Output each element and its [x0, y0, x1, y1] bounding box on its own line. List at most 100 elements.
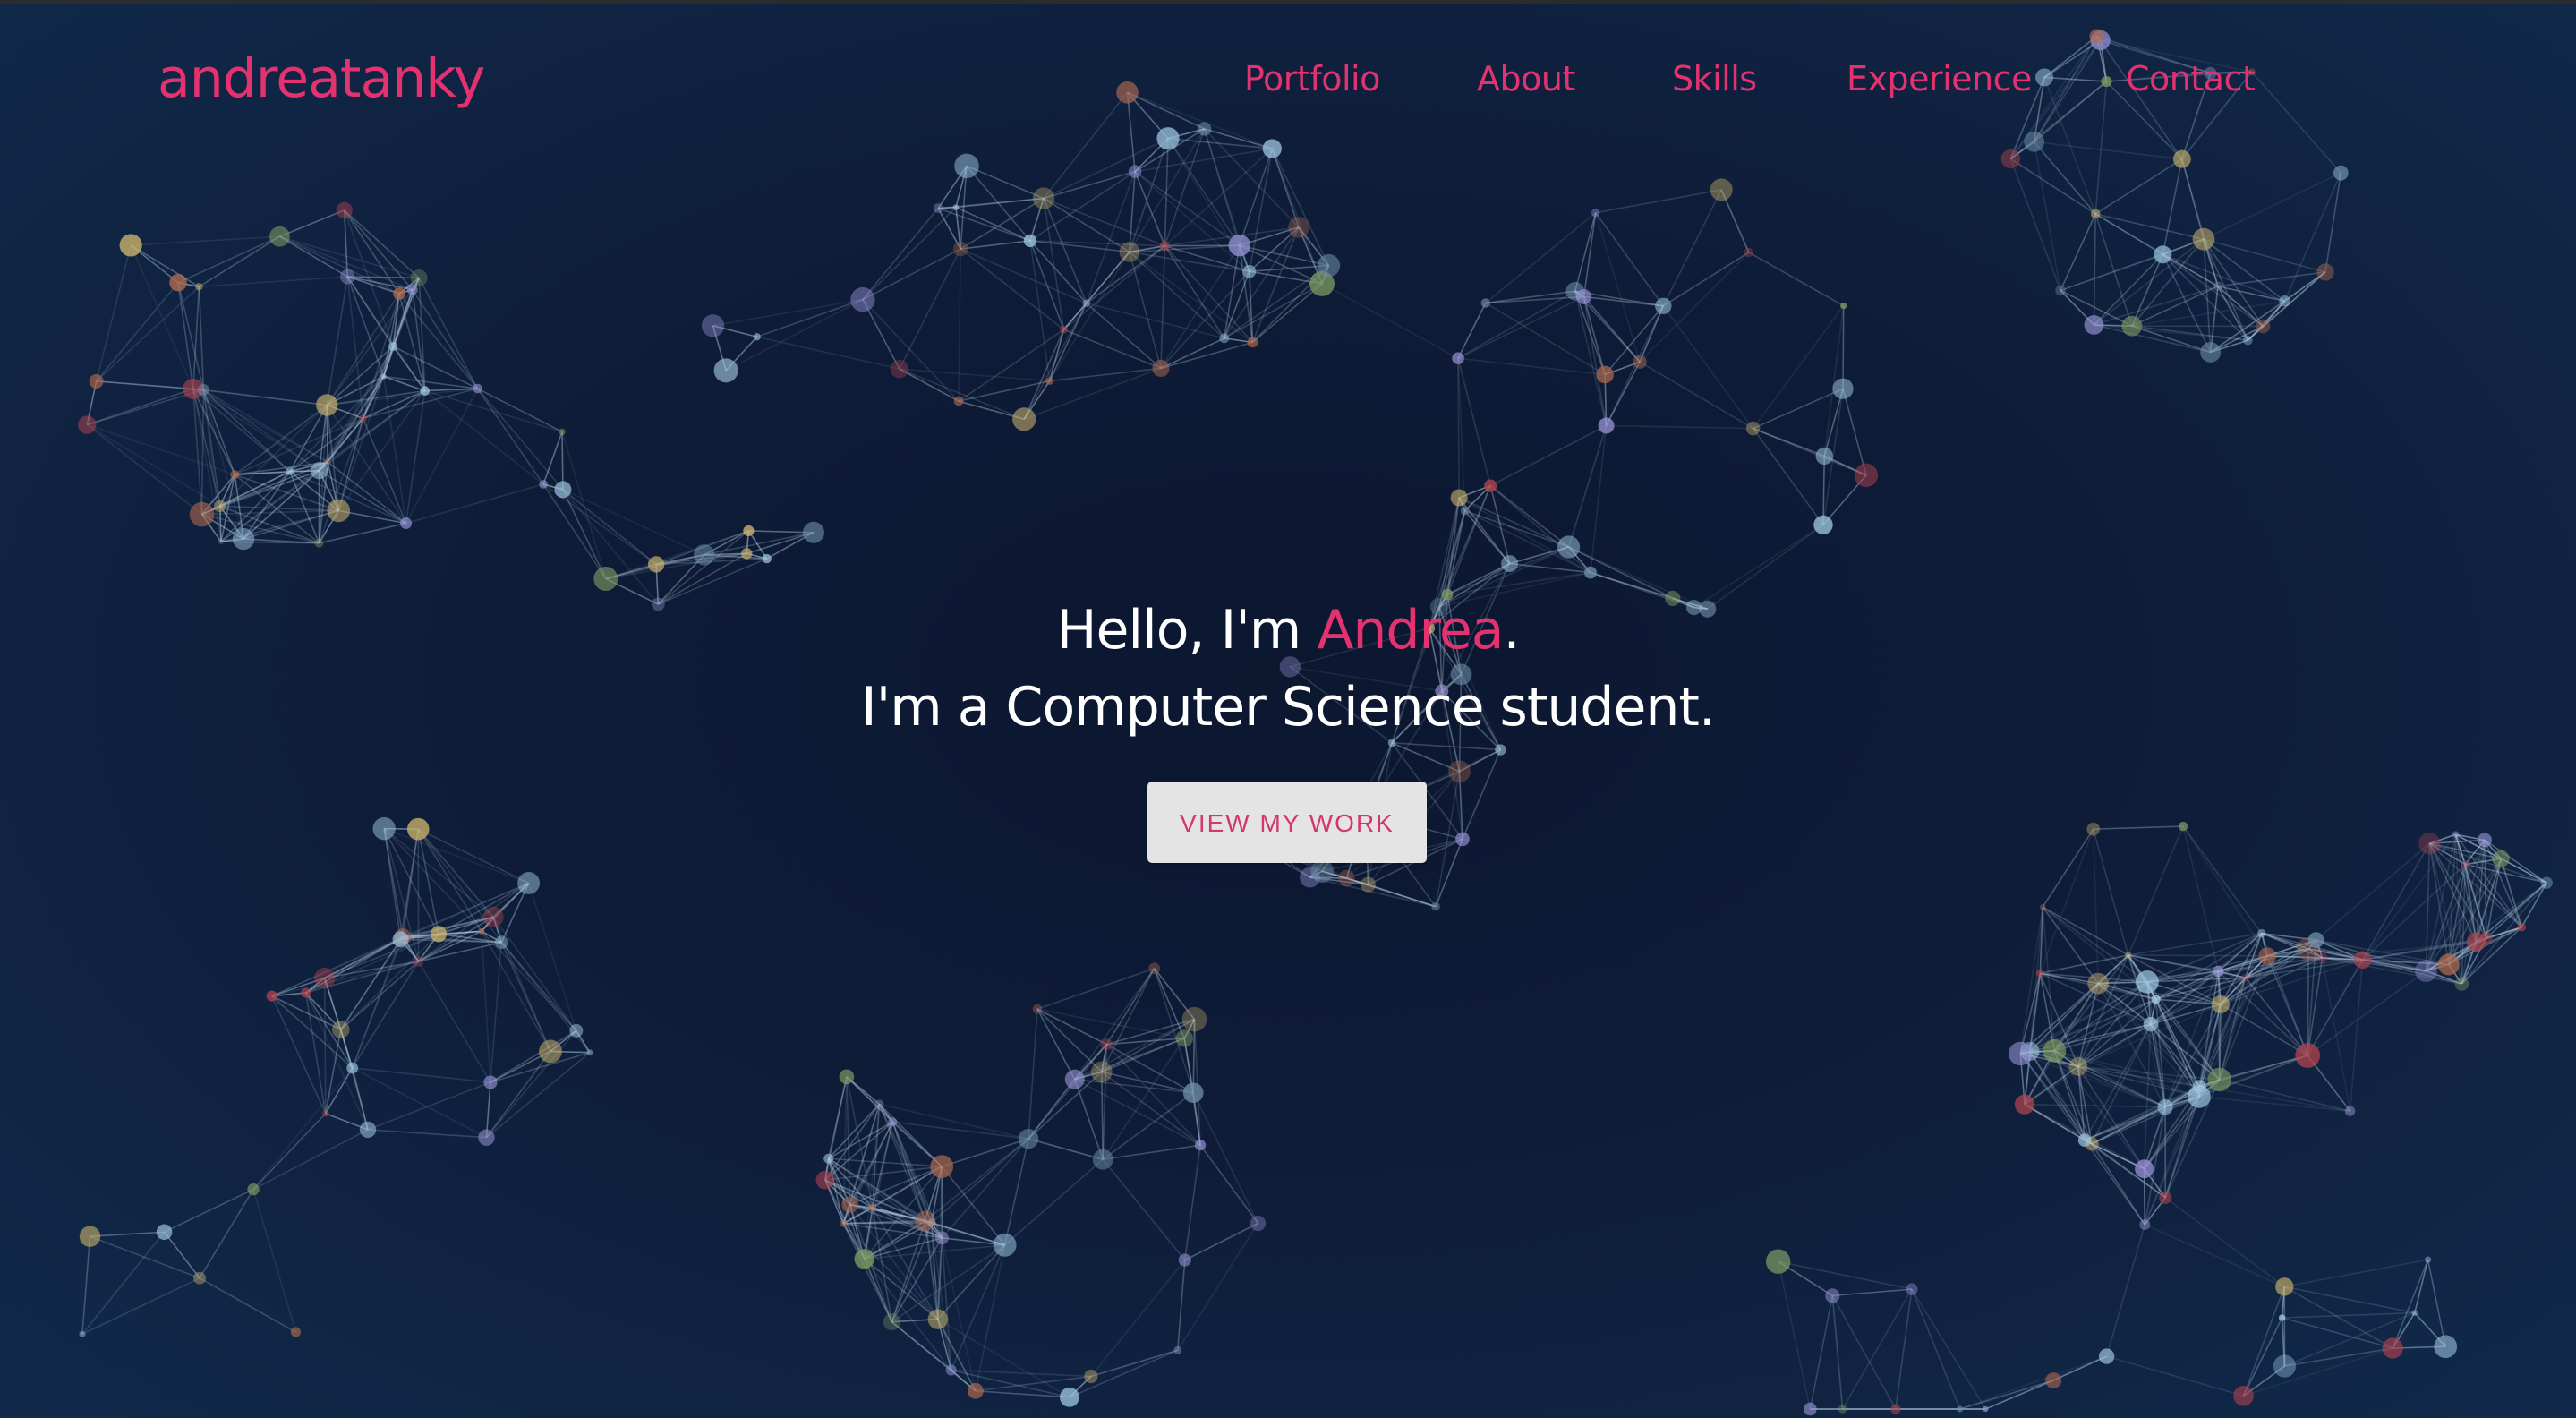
- network-line: [1594, 212, 1641, 363]
- network-line: [1090, 1260, 1186, 1377]
- network-node: [2411, 1310, 2418, 1316]
- network-line: [1457, 295, 1584, 359]
- nav-about[interactable]: About: [1477, 52, 1575, 106]
- network-node: [2121, 315, 2143, 337]
- network-node: [336, 201, 353, 219]
- network-node: [954, 153, 979, 179]
- view-my-work-button[interactable]: VIEW MY WORK: [1147, 782, 1427, 863]
- network-node: [2424, 1256, 2432, 1263]
- network-line: [2242, 1286, 2286, 1397]
- network-node: [321, 1109, 329, 1117]
- network-node: [1431, 901, 1440, 911]
- network-line: [1831, 1295, 1844, 1410]
- network-line: [958, 249, 961, 402]
- network-node: [1242, 264, 1257, 278]
- network-node: [1744, 247, 1754, 258]
- network-node: [2461, 860, 2469, 868]
- network-node: [406, 817, 430, 841]
- network-node: [218, 538, 225, 545]
- network-node: [1175, 1029, 1194, 1047]
- network-line: [2094, 324, 2248, 341]
- network-node: [2257, 928, 2266, 938]
- network-node: [1181, 1006, 1207, 1032]
- network-line: [2282, 1317, 2393, 1349]
- network-line: [398, 293, 479, 389]
- network-node: [2540, 876, 2553, 889]
- network-line: [1842, 305, 1845, 389]
- network-node: [2139, 1219, 2151, 1230]
- network-line: [1063, 329, 1162, 370]
- network-line: [367, 1129, 487, 1139]
- network-node: [1100, 1038, 1113, 1051]
- network-node: [380, 373, 387, 380]
- network-node: [1250, 1215, 1267, 1232]
- network-node: [1840, 302, 1847, 310]
- network-node: [2344, 1106, 2356, 1116]
- network-line: [1271, 148, 1300, 228]
- hero-greeting-end: .: [1503, 599, 1521, 662]
- network-line: [1101, 1072, 1104, 1160]
- network-line: [1036, 1008, 1107, 1046]
- network-node: [2275, 1277, 2294, 1296]
- network-line: [1036, 1008, 1185, 1039]
- network-node: [1598, 417, 1615, 434]
- network-line: [2060, 213, 2096, 291]
- network-line: [1176, 1260, 1186, 1351]
- network-line: [252, 1189, 297, 1333]
- network-node: [2279, 295, 2290, 307]
- network-line: [319, 522, 406, 544]
- network-node: [410, 269, 428, 286]
- network-line: [271, 995, 342, 1030]
- network-node: [952, 241, 968, 257]
- network-node: [883, 1313, 900, 1331]
- network-node: [1018, 1128, 1039, 1149]
- network-line: [1574, 291, 1608, 426]
- network-node: [2256, 319, 2271, 334]
- network-node: [2233, 1385, 2254, 1406]
- network-node: [517, 872, 541, 894]
- nav-skills[interactable]: Skills: [1672, 52, 1757, 106]
- site-logo[interactable]: andreatanky: [158, 43, 485, 115]
- network-node: [647, 556, 665, 573]
- nav-experience[interactable]: Experience: [1847, 52, 2032, 106]
- network-line: [2181, 158, 2205, 240]
- network-line: [323, 978, 327, 1114]
- network-node: [1813, 515, 1833, 535]
- network-node: [1182, 1082, 1204, 1104]
- nav-portfolio[interactable]: Portfolio: [1244, 52, 1380, 106]
- network-node: [2178, 821, 2188, 832]
- network-line: [1126, 92, 1136, 172]
- network-line: [2033, 39, 2102, 142]
- network-node: [79, 1226, 101, 1247]
- network-line: [1462, 749, 1502, 840]
- network-node: [1032, 1004, 1043, 1014]
- network-line: [1043, 170, 1136, 200]
- network-line: [2162, 253, 2264, 328]
- network-node: [2477, 833, 2492, 848]
- nav-contact[interactable]: Contact: [2126, 52, 2256, 106]
- network-node: [1128, 165, 1142, 178]
- network-node: [841, 1196, 858, 1214]
- network-node: [823, 1153, 834, 1164]
- network-node: [1710, 178, 1733, 201]
- network-node: [1448, 760, 1471, 783]
- network-line: [941, 1138, 1029, 1239]
- network-line: [1457, 358, 1460, 498]
- network-line: [1028, 1138, 1104, 1160]
- network-node: [1804, 1402, 1817, 1416]
- network-node: [1450, 489, 1468, 507]
- network-node: [193, 1271, 207, 1285]
- network-node: [311, 462, 328, 480]
- network-line: [1567, 425, 1608, 548]
- network-line: [2024, 1104, 2086, 1141]
- network-line: [1748, 252, 1845, 307]
- network-node: [494, 935, 508, 950]
- network-line: [704, 532, 815, 556]
- network-node: [839, 1069, 855, 1085]
- network-line: [485, 1081, 491, 1138]
- network-line: [2095, 213, 2205, 240]
- network-line: [2105, 1224, 2146, 1357]
- network-node: [868, 1203, 877, 1212]
- network-line: [2307, 970, 2427, 1056]
- network-node: [301, 987, 311, 998]
